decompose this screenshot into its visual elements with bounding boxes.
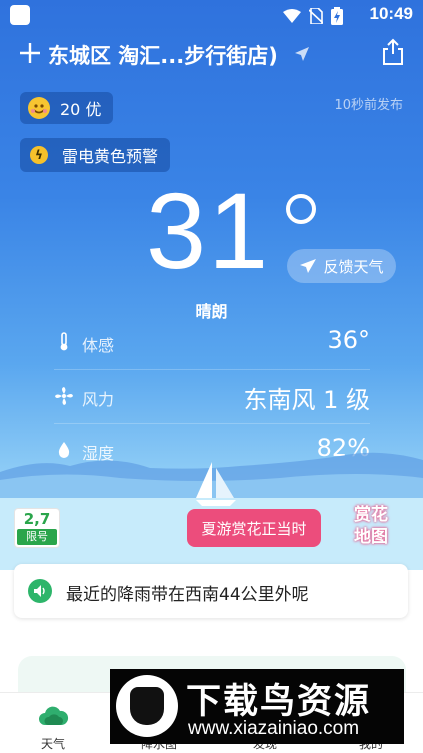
metric-label: 体感 bbox=[82, 336, 115, 355]
feedback-weather-button[interactable]: 反馈天气 bbox=[287, 249, 396, 283]
cloud-icon bbox=[39, 706, 69, 725]
share-icon[interactable] bbox=[381, 38, 405, 66]
fan-icon bbox=[55, 387, 73, 405]
battery-icon bbox=[331, 7, 343, 25]
rain-notice-text: 最近的降雨带在西南44公里外呢 bbox=[66, 585, 309, 605]
top-bar: 东城区 淘汇...步行街店) bbox=[0, 36, 423, 72]
rain-notice-card[interactable]: 最近的降雨带在西南44公里外呢 bbox=[14, 564, 408, 618]
restricted-numbers: 2,7 bbox=[23, 510, 51, 528]
feedback-label: 反馈天气 bbox=[323, 257, 384, 276]
metric-value: 36° bbox=[327, 326, 370, 354]
badge-line-2: 地图 bbox=[354, 527, 388, 547]
metric-value: 东南风 1 级 bbox=[243, 386, 370, 414]
alert-label: 雷电黄色预警 bbox=[62, 147, 159, 166]
speaker-icon bbox=[28, 579, 52, 603]
location-title[interactable]: 东城区 淘汇...步行街店) bbox=[48, 40, 278, 70]
flower-promo-banner[interactable]: 夏游赏花正当时 bbox=[187, 509, 321, 547]
traffic-restriction-badge[interactable]: 2,7 限号 bbox=[14, 508, 60, 548]
watermark-title: 下载鸟资源 bbox=[186, 682, 372, 722]
location-arrow-icon bbox=[295, 47, 309, 61]
thermometer-icon bbox=[60, 332, 68, 351]
lightning-icon: ϟ bbox=[30, 146, 48, 164]
wifi-icon bbox=[283, 9, 301, 23]
weather-alert-badge[interactable]: ϟ 雷电黄色预警 bbox=[20, 138, 171, 172]
publish-time: 10秒前发布 bbox=[334, 98, 403, 113]
status-bar: 10:49 bbox=[0, 0, 423, 30]
promo-label: 夏游赏花正当时 bbox=[201, 519, 307, 538]
aqi-badge[interactable]: 20 优 bbox=[20, 92, 114, 124]
current-temperature: 31 bbox=[146, 170, 271, 291]
no-sim-icon bbox=[309, 8, 323, 24]
restriction-tag: 限号 bbox=[17, 529, 57, 545]
badge-line-1: 赏花 bbox=[354, 505, 388, 525]
status-icons bbox=[283, 7, 343, 25]
aqi-label: 20 优 bbox=[60, 100, 102, 119]
bird-logo-icon bbox=[116, 675, 178, 737]
metric-label: 风力 bbox=[82, 390, 115, 409]
metric-wind: 风力 东南风 1 级 bbox=[54, 370, 370, 424]
smile-face-icon bbox=[28, 97, 50, 119]
tab-weather[interactable]: 天气 bbox=[0, 693, 106, 753]
watermark-url: www.xiazainiao.com bbox=[188, 718, 360, 739]
clock: 10:49 bbox=[369, 4, 413, 23]
add-city-icon[interactable] bbox=[16, 39, 44, 67]
watermark-overlay: 下载鸟资源 www.xiazainiao.com bbox=[110, 669, 404, 744]
send-icon bbox=[300, 259, 317, 273]
metric-feels-like: 体感 36° bbox=[54, 316, 370, 370]
degree-symbol bbox=[286, 194, 316, 224]
flower-map-badge[interactable]: 赏花 地图 bbox=[340, 504, 402, 556]
tab-label: 天气 bbox=[40, 737, 65, 751]
notification-icon bbox=[10, 5, 30, 25]
